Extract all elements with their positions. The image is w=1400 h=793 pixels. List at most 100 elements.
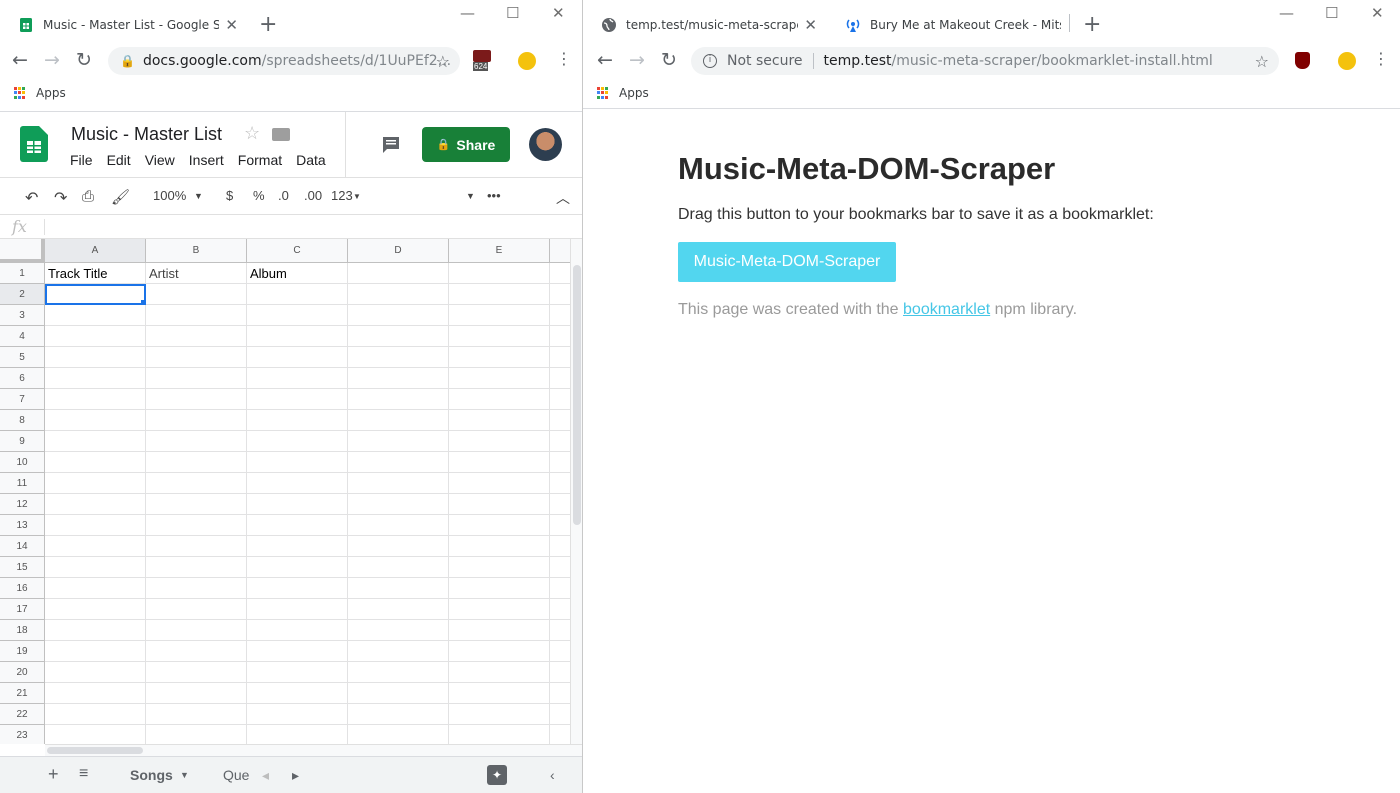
grid-cell[interactable]	[146, 389, 247, 410]
number-format-button[interactable]: 123	[331, 188, 353, 203]
grid-cell[interactable]	[146, 368, 247, 389]
menu-file[interactable]: File	[70, 152, 93, 168]
increase-decimal-button[interactable]: .00	[304, 188, 322, 203]
sheet-tab-next[interactable]: Que	[223, 767, 249, 783]
grid-cell[interactable]	[146, 515, 247, 536]
row-header[interactable]: 15	[0, 557, 45, 578]
grid-cell[interactable]	[550, 536, 570, 557]
grid-cell[interactable]	[449, 557, 550, 578]
grid-cell[interactable]	[449, 305, 550, 326]
grid-cell[interactable]	[550, 305, 570, 326]
grid-cell[interactable]	[348, 410, 449, 431]
grid-cell[interactable]	[247, 326, 348, 347]
grid-cell[interactable]	[247, 683, 348, 704]
grid-cell[interactable]	[550, 599, 570, 620]
grid-cell[interactable]	[449, 725, 550, 744]
grid-cell[interactable]	[247, 410, 348, 431]
maximize-icon[interactable]: ☐	[506, 4, 519, 22]
grid-cell[interactable]	[45, 326, 146, 347]
column-header[interactable]	[550, 239, 570, 263]
horizontal-scroll-thumb[interactable]	[47, 747, 143, 754]
grid-cell[interactable]	[247, 515, 348, 536]
grid-cell[interactable]	[348, 305, 449, 326]
chrome-menu-icon[interactable]: ⋮	[1373, 49, 1389, 68]
grid-cell[interactable]	[550, 368, 570, 389]
grid-cell[interactable]: Track Title	[45, 263, 146, 284]
grid-cell[interactable]	[449, 452, 550, 473]
horizontal-scrollbar[interactable]	[45, 744, 582, 756]
grid-cell[interactable]	[449, 599, 550, 620]
grid-cell[interactable]	[449, 368, 550, 389]
extension-icon[interactable]: 624	[473, 50, 493, 72]
grid-cell[interactable]	[146, 725, 247, 744]
add-sheet-icon[interactable]: +	[48, 764, 59, 785]
row-header[interactable]: 14	[0, 536, 45, 557]
column-header[interactable]: C	[247, 239, 348, 263]
close-tab-icon[interactable]: ✕	[804, 16, 817, 34]
grid-cell[interactable]	[348, 683, 449, 704]
selected-cell[interactable]	[45, 284, 146, 305]
grid-cell[interactable]	[449, 410, 550, 431]
currency-button[interactable]: $	[226, 188, 233, 203]
grid-cell[interactable]	[449, 641, 550, 662]
bookmarklet-link[interactable]: bookmarklet	[903, 301, 990, 318]
row-header[interactable]: 10	[0, 452, 45, 473]
scroll-tabs-right-icon[interactable]: ▸	[292, 767, 299, 784]
grid-cell[interactable]	[449, 284, 550, 305]
extension-2-icon[interactable]	[518, 52, 536, 70]
grid-cell[interactable]	[449, 389, 550, 410]
row-header[interactable]: 7	[0, 389, 45, 410]
grid-cell[interactable]	[146, 473, 247, 494]
share-button[interactable]: 🔒 Share	[422, 127, 510, 162]
apps-icon[interactable]	[14, 87, 26, 99]
forward-icon[interactable]: →	[629, 49, 645, 71]
row-header[interactable]: 17	[0, 599, 45, 620]
grid-cell[interactable]	[348, 473, 449, 494]
back-icon[interactable]: ←	[12, 49, 28, 71]
grid-cell[interactable]	[146, 641, 247, 662]
grid-cell[interactable]	[146, 578, 247, 599]
grid-cell[interactable]	[146, 494, 247, 515]
grid-cell[interactable]	[550, 431, 570, 452]
column-header[interactable]: B	[146, 239, 247, 263]
column-header[interactable]: D	[348, 239, 449, 263]
grid-cell[interactable]	[449, 662, 550, 683]
grid-cell[interactable]	[45, 536, 146, 557]
minimize-icon[interactable]: —	[460, 4, 475, 22]
reload-icon[interactable]: ↻	[76, 49, 92, 71]
chrome-menu-icon[interactable]: ⋮	[556, 49, 572, 68]
bookmark-star-icon[interactable]: ☆	[1255, 52, 1269, 71]
grid-cell[interactable]: Artist	[146, 263, 247, 284]
grid-cell[interactable]	[550, 389, 570, 410]
grid-cell[interactable]	[348, 704, 449, 725]
select-all-corner[interactable]	[0, 239, 45, 263]
grid-cell[interactable]	[146, 305, 247, 326]
apps-icon[interactable]	[597, 87, 609, 99]
grid-cell[interactable]	[550, 452, 570, 473]
grid-cell[interactable]	[45, 620, 146, 641]
grid-cell[interactable]	[348, 263, 449, 284]
grid-cell[interactable]	[247, 557, 348, 578]
row-header[interactable]: 8	[0, 410, 45, 431]
grid-cell[interactable]	[247, 494, 348, 515]
row-header[interactable]: 4	[0, 326, 45, 347]
menu-view[interactable]: View	[145, 152, 175, 168]
collapse-icon[interactable]: ︿	[556, 188, 570, 208]
sheet-tab-dropdown-icon[interactable]: ▼	[180, 770, 189, 780]
row-header[interactable]: 1	[0, 263, 45, 284]
grid-cell[interactable]	[550, 620, 570, 641]
grid-cell[interactable]: Album	[247, 263, 348, 284]
grid-cell[interactable]	[45, 452, 146, 473]
grid-cell[interactable]	[45, 683, 146, 704]
sheet-tab-songs[interactable]: Songs	[130, 767, 173, 783]
album-tab[interactable]: Bury Me at Makeout Creek - Mits	[835, 6, 1071, 44]
row-header[interactable]: 18	[0, 620, 45, 641]
grid-cell[interactable]	[247, 578, 348, 599]
grid-cell[interactable]	[550, 704, 570, 725]
grid-cell[interactable]	[348, 536, 449, 557]
grid-cell[interactable]	[146, 536, 247, 557]
grid-cell[interactable]	[449, 431, 550, 452]
grid-cell[interactable]	[348, 515, 449, 536]
grid-cell[interactable]	[247, 662, 348, 683]
grid-cell[interactable]	[348, 284, 449, 305]
